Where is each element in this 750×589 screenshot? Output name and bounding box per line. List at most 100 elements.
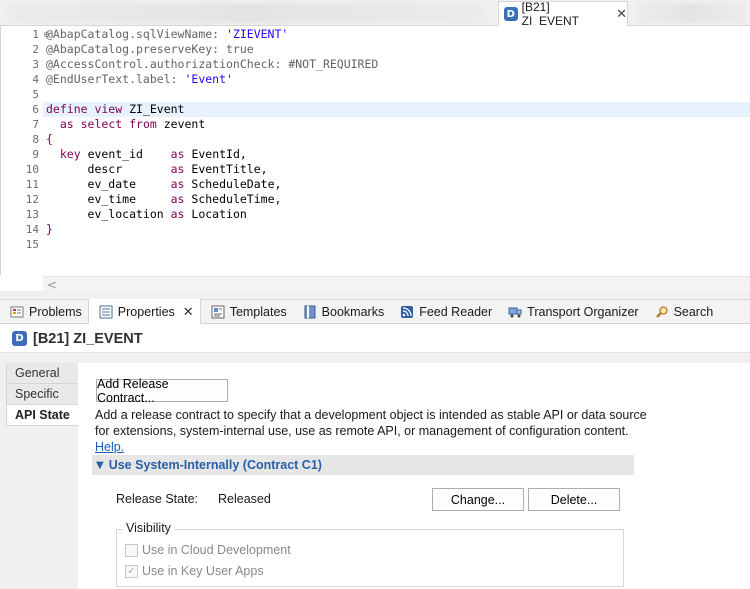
line-number: 2 [32, 43, 39, 56]
code-token: as [170, 192, 185, 206]
code-line[interactable]: @EndUserText.label: 'Event' [46, 72, 750, 87]
line-number: 14 [25, 223, 39, 236]
tab-feed-reader[interactable]: Feed Reader [390, 300, 498, 324]
code-token: Location [184, 207, 247, 221]
code-line[interactable]: } [46, 222, 750, 237]
description-line-2: for extensions, system-internal use, use… [95, 423, 655, 455]
tab-templates[interactable]: Templates [201, 300, 293, 324]
tab-label-bookmarks: Bookmarks [321, 304, 385, 319]
code-token: as [170, 207, 185, 221]
code-token: @EndUserText.label: [46, 72, 185, 86]
view-sash[interactable] [0, 291, 750, 299]
code-token: 'ZIEVENT' [226, 27, 289, 41]
tab-label-problems: Problems [29, 304, 82, 319]
line-number: 5 [32, 88, 39, 101]
visibility-group: Visibility Use in Cloud Development ✓ Us… [116, 521, 624, 587]
tab-properties[interactable]: Properties ✕ [87, 299, 201, 324]
code-token: as select from [59, 117, 157, 131]
help-link[interactable]: Help. [95, 440, 124, 454]
visibility-legend: Visibility [123, 521, 174, 535]
side-tab-general[interactable]: General [6, 363, 78, 384]
expand-triangle-icon[interactable]: ▼ [96, 460, 104, 471]
close-icon[interactable]: ✕ [183, 304, 194, 320]
line-number: 10 [25, 163, 39, 176]
code-line[interactable]: define view ZI_Event [43, 102, 750, 117]
blurred-tabs [6, 3, 486, 23]
code-token: ZI_Event [122, 102, 185, 116]
code-editor[interactable]: 1 ⊖ 2 3 4 5 6 7 8 9 10 11 12 13 14 15 @AbapCatalog.sqlV… [0, 26, 750, 292]
change-button[interactable]: Change... [432, 488, 524, 511]
line-number: 9 [32, 148, 39, 161]
add-release-contract-button[interactable]: Add Release Contract... [96, 377, 228, 405]
line-number: 3 [32, 58, 39, 71]
code-area[interactable]: @AbapCatalog.sqlViewName: 'ZIEVENT' @Abap… [43, 26, 750, 275]
contract-section-header[interactable]: ▼ Use System-Internally (Contract C1) [92, 455, 634, 475]
tab-transport-organizer[interactable]: Transport Organizer [498, 300, 644, 324]
tab-search[interactable]: Search [645, 300, 720, 324]
code-token: @AbapCatalog.sqlViewName: [46, 27, 227, 41]
ddl-source-icon: D [12, 331, 27, 346]
feed-reader-icon [400, 305, 414, 319]
line-number: 7 [32, 118, 39, 131]
tab-label-templates: Templates [229, 304, 287, 319]
code-token: { [46, 132, 53, 146]
code-line[interactable]: { [46, 132, 750, 147]
code-line[interactable]: ev_location as Location [46, 207, 750, 222]
code-token: EventId, [184, 147, 247, 161]
tab-label-transport-organizer: Transport Organizer [527, 304, 639, 319]
code-token: as [170, 177, 185, 191]
code-token: descr [46, 162, 171, 176]
code-line[interactable]: as select from zevent [46, 117, 750, 132]
checkmark-icon: ✓ [125, 564, 138, 578]
side-tab-specific[interactable]: Specific [6, 384, 78, 405]
release-state-label: Release State: [116, 492, 198, 506]
code-token: @AbapCatalog.preserveKey: true [46, 42, 254, 56]
cloud-development-checkbox[interactable]: Use in Cloud Development [125, 543, 291, 557]
tab-problems[interactable]: Problems [0, 300, 88, 324]
problems-icon [10, 305, 24, 319]
code-token: } [46, 222, 53, 236]
line-number-gutter: 1 ⊖ 2 3 4 5 6 7 8 9 10 11 12 13 14 15 [19, 26, 50, 275]
code-token: as [170, 162, 185, 176]
code-line[interactable]: ev_date as ScheduleDate, [46, 177, 750, 192]
line-number: 1 [32, 28, 39, 41]
properties-side-tabs: General Specific API State [6, 363, 78, 426]
code-line[interactable]: @AbapCatalog.preserveKey: true [46, 42, 750, 57]
line-number: 8 [32, 133, 39, 146]
code-token: zevent [156, 117, 206, 131]
side-tab-api-state[interactable]: API State [6, 405, 78, 426]
key-user-apps-checkbox[interactable]: ✓ Use in Key User Apps [125, 564, 264, 578]
code-token: @AccessControl.authorizationCheck: #NOT_… [46, 57, 379, 71]
line-number: 6 [32, 103, 39, 116]
blurred-tabs-right [636, 3, 746, 23]
code-token: ev_time [46, 192, 171, 206]
editor-tab-title: [B21] ZI_EVENT [521, 0, 579, 28]
code-line[interactable]: descr as EventTitle, [46, 162, 750, 177]
bookmarks-icon [303, 305, 317, 319]
code-line[interactable]: ev_time as ScheduleTime, [46, 192, 750, 207]
code-line[interactable] [46, 237, 750, 252]
tab-bookmarks[interactable]: Bookmarks [293, 300, 391, 324]
close-icon[interactable]: ✕ [616, 8, 627, 21]
views-bar: Problems Properties ✕ Templates Bookmark… [0, 299, 750, 324]
line-number: 13 [25, 208, 39, 221]
code-token: key [59, 147, 81, 161]
code-line[interactable]: @AccessControl.authorizationCheck: #NOT_… [46, 57, 750, 72]
editor-tab-zi-event[interactable]: D [B21] ZI_EVENT ✕ [498, 0, 628, 28]
line-number: 11 [25, 178, 39, 191]
code-line[interactable]: @AbapCatalog.sqlViewName: 'ZIEVENT' [46, 27, 750, 42]
horizontal-scrollbar[interactable]: < [43, 276, 750, 292]
line-number: 4 [32, 73, 39, 86]
ddl-source-icon: D [504, 7, 518, 21]
description-line-1: Add a release contract to specify that a… [95, 408, 647, 422]
code-line[interactable]: key event_id as EventId, [46, 147, 750, 162]
release-state-value: Released [218, 492, 271, 506]
code-token: ScheduleDate, [184, 177, 282, 191]
transport-organizer-icon [508, 305, 522, 319]
code-line[interactable] [46, 87, 750, 102]
delete-button[interactable]: Delete... [528, 488, 620, 511]
code-token: EventTitle, [184, 162, 268, 176]
checkbox-unchecked-icon [125, 543, 138, 557]
key-user-apps-label: Use in Key User Apps [142, 564, 264, 578]
